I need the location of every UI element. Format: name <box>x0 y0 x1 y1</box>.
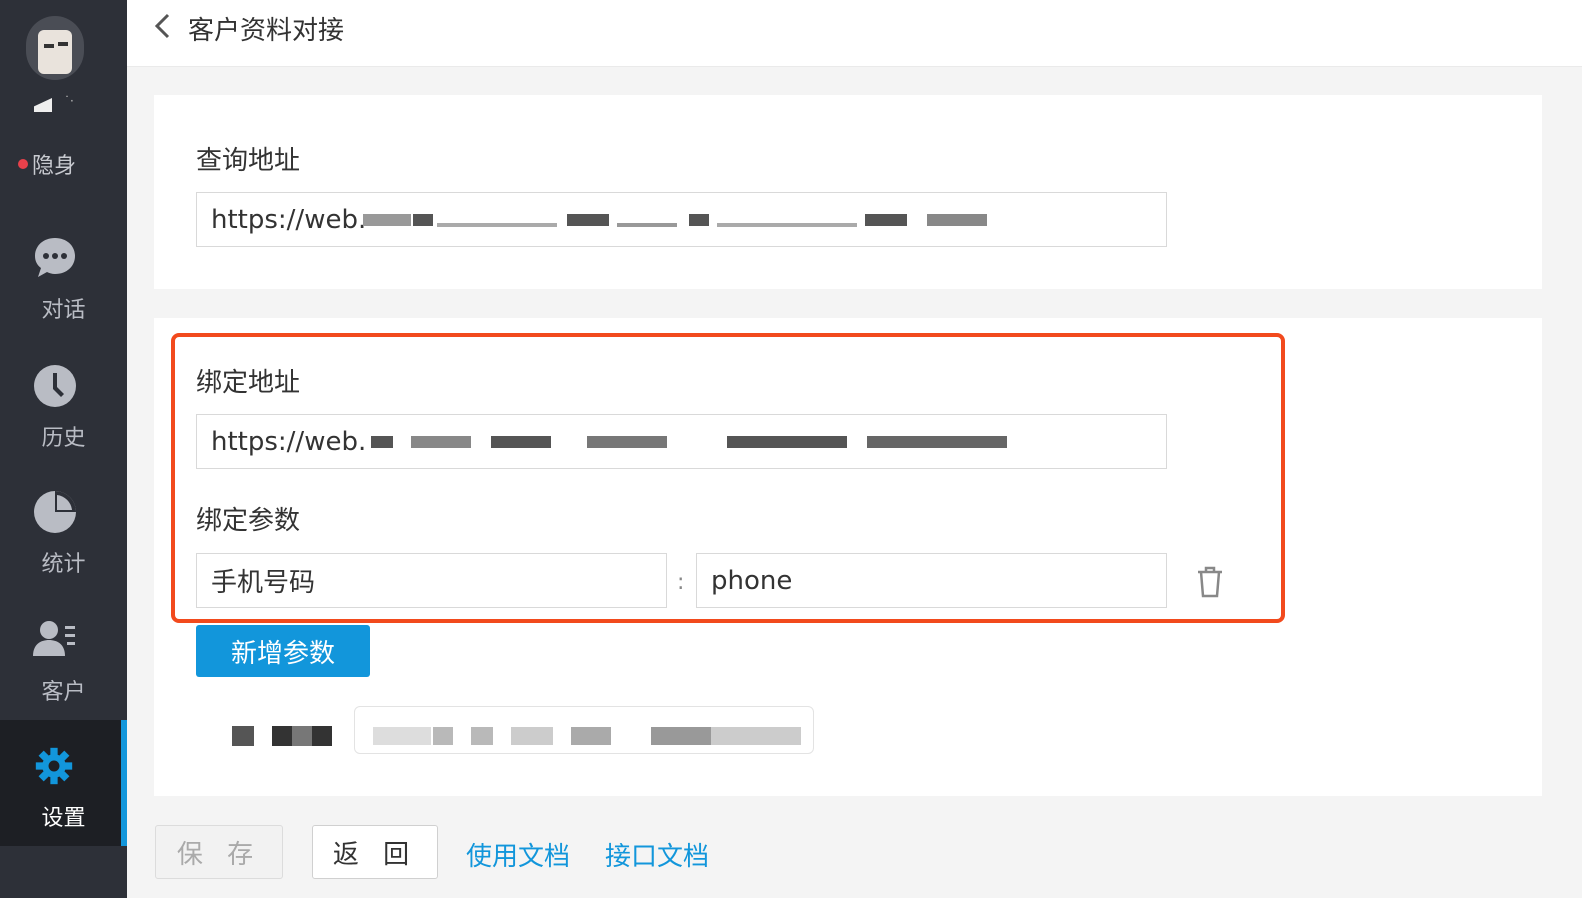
redacted-mosaic <box>617 223 677 227</box>
param-key-input[interactable]: 手机号码 <box>196 553 667 608</box>
customer-icon <box>33 621 75 656</box>
query-url-label: 查询地址 <box>196 146 301 176</box>
param-separator: : <box>677 570 685 595</box>
redacted-mosaic <box>867 436 1007 448</box>
back-button[interactable]: 返 回 <box>312 825 438 879</box>
redacted-mosaic <box>727 436 847 448</box>
redacted-mosaic <box>491 436 551 448</box>
redacted-mosaic <box>371 436 393 448</box>
param-key-value: 手机号码 <box>211 568 316 598</box>
redacted-mosaic <box>587 436 667 448</box>
api-doc-link[interactable]: 接口文档 <box>605 836 709 873</box>
redacted-mosaic <box>865 214 907 226</box>
sidebar-item-chat[interactable]: 对话 <box>0 236 127 356</box>
sidebar-item-history[interactable]: 历史 <box>0 364 127 484</box>
redacted-mosaic <box>433 727 453 745</box>
bind-params-label: 绑定参数 <box>196 506 301 536</box>
pie-chart-icon <box>34 491 76 533</box>
redacted-mosaic <box>711 727 801 745</box>
sidebar-item-settings[interactable]: 设置 <box>0 720 127 846</box>
sidebar-item-label: 客户 <box>41 680 86 705</box>
avatar-badge: ˙· <box>34 94 74 112</box>
avatar-detail <box>58 42 68 46</box>
add-param-button[interactable]: 新增参数 <box>196 625 370 677</box>
avatar-face <box>38 30 72 74</box>
redacted-mosaic <box>927 214 987 226</box>
sidebar-item-label: 历史 <box>41 426 86 451</box>
redacted-mosaic <box>567 214 609 226</box>
redacted-mosaic <box>571 727 611 745</box>
redacted-token <box>354 706 814 754</box>
redacted-mosaic <box>717 223 857 227</box>
bind-url-label: 绑定地址 <box>196 368 301 398</box>
status-dot-icon <box>18 159 28 169</box>
redacted-mosaic <box>411 436 471 448</box>
chevron-left-icon[interactable] <box>152 12 174 40</box>
redacted-mosaic <box>651 727 711 745</box>
save-button[interactable]: 保 存 <box>155 825 283 879</box>
redacted-mosaic <box>272 726 292 746</box>
avatar-badge-shape <box>34 98 52 112</box>
usage-doc-link[interactable]: 使用文档 <box>466 836 570 873</box>
sidebar-item-label: 对话 <box>41 298 86 323</box>
sidebar-item-stats[interactable]: 统计 <box>0 490 127 610</box>
bind-url-input[interactable]: https://web. <box>196 414 1167 469</box>
sidebar-item-label: 统计 <box>41 552 86 577</box>
redacted-mosaic <box>437 223 557 227</box>
param-value-input[interactable]: phone <box>696 553 1167 608</box>
status-label: 隐身 <box>32 154 77 179</box>
avatar-badge-dots: ˙· <box>64 94 74 108</box>
redacted-mosaic <box>413 214 433 226</box>
query-url-input[interactable]: https://web. <box>196 192 1167 247</box>
redacted-mosaic <box>511 727 533 745</box>
redacted-mosaic <box>373 727 431 745</box>
gear-icon <box>35 747 73 785</box>
clock-icon <box>34 365 76 407</box>
bind-url-value: https://web. <box>211 426 367 457</box>
avatar[interactable] <box>26 16 84 80</box>
avatar-detail <box>44 44 54 48</box>
online-status[interactable]: 隐身 <box>18 148 76 180</box>
page-title: 客户资料对接 <box>188 16 345 46</box>
param-value-value: phone <box>711 565 793 596</box>
sidebar: ˙· 隐身 对话 历史 统计 客户 设置 <box>0 0 127 898</box>
query-url-value: https://web. <box>211 204 367 235</box>
sidebar-item-label: 设置 <box>41 806 86 831</box>
redacted-mosaic <box>363 214 411 226</box>
redacted-mosaic <box>531 727 553 745</box>
redacted-mosaic <box>292 726 312 746</box>
redacted-mosaic <box>471 727 493 745</box>
trash-icon[interactable] <box>1196 566 1224 598</box>
redacted-mosaic <box>689 214 709 226</box>
redacted-mosaic <box>232 726 254 746</box>
active-indicator <box>121 720 127 846</box>
chat-icon <box>35 238 75 277</box>
redacted-mosaic <box>312 726 332 746</box>
page-header <box>127 0 1582 67</box>
